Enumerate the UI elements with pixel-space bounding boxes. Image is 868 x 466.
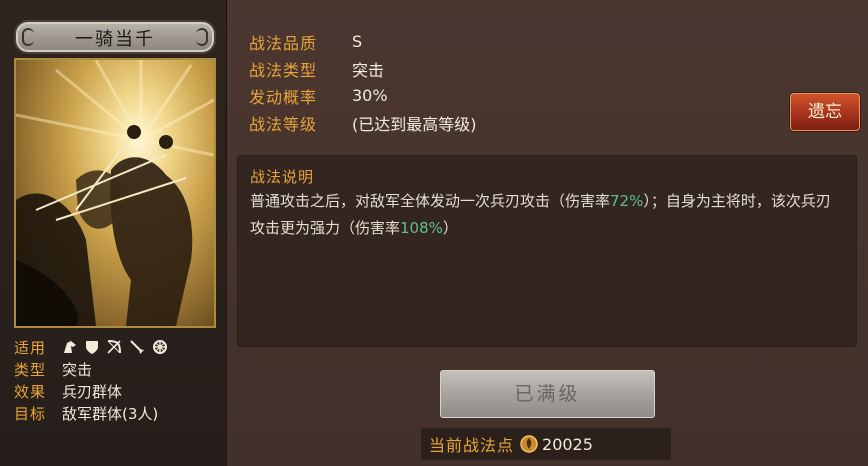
- forget-skill-button[interactable]: 遗忘: [790, 93, 860, 131]
- effect-row: 效果 兵刃群体: [14, 380, 219, 402]
- skill-level-value: (已达到最高等级): [352, 114, 477, 134]
- troop-type-icons: [62, 339, 168, 355]
- skill-points-bar: 当前战法点 20025: [421, 428, 671, 460]
- trigger-rate-label: 发动概率: [249, 87, 318, 107]
- type-value: 突击: [62, 360, 93, 379]
- skill-type-value: 突击: [352, 60, 385, 80]
- siege-icon: [153, 340, 167, 354]
- skill-level-label: 战法等级: [249, 114, 318, 134]
- shield-icon: [86, 341, 98, 354]
- skill-info-list: 适用 类型 突击 效果 兵刃群体 目标 敌军群体(3人): [14, 336, 219, 424]
- skill-point-coin-icon: [520, 435, 538, 453]
- skill-name: 一骑当千: [75, 29, 155, 50]
- description-title: 战法说明: [250, 168, 315, 186]
- trigger-rate-row: 发动概率 30%: [249, 82, 477, 109]
- skill-properties: 战法品质 S 战法类型 突击 发动概率 30% 战法等级 (已达到最高等级): [249, 28, 477, 136]
- description-part-3: ）: [442, 219, 458, 237]
- skill-description-box: 战法说明 普通攻击之后，对敌军全体发动一次兵刃攻击（伤害率72%）；自身为主将时…: [237, 155, 857, 347]
- damage-rate-2: 108%: [400, 219, 443, 237]
- type-label: 类型: [14, 360, 47, 379]
- skill-level-row: 战法等级 (已达到最高等级): [249, 109, 477, 136]
- skill-artwork: [14, 58, 216, 328]
- bow-icon: [107, 340, 121, 354]
- plate-scroll-right-icon: [196, 28, 208, 46]
- max-level-button[interactable]: 已满级: [440, 370, 655, 418]
- quality-row: 战法品质 S: [249, 28, 477, 55]
- applicable-label: 适用: [14, 338, 47, 357]
- skill-name-plate: 一骑当千: [14, 20, 216, 54]
- target-row: 目标 敌军群体(3人): [14, 402, 219, 424]
- spear-icon: [130, 340, 144, 354]
- cavalry-charge-illustration: [16, 60, 214, 326]
- effect-value: 兵刃群体: [62, 382, 123, 401]
- target-label: 目标: [14, 404, 47, 423]
- cavalry-icon: [64, 341, 76, 353]
- description-part-1: 普通攻击之后，对敌军全体发动一次兵刃攻击（伤害率: [250, 192, 611, 210]
- skill-points-value: 20025: [542, 434, 593, 454]
- damage-rate-1: 72%: [610, 192, 644, 210]
- target-value: 敌军群体(3人): [62, 404, 159, 423]
- trigger-rate-value: 30%: [352, 86, 388, 105]
- quality-label: 战法品质: [249, 33, 318, 53]
- type-row: 类型 突击: [14, 358, 219, 380]
- skill-type-label: 战法类型: [249, 60, 318, 80]
- description-text: 普通攻击之后，对敌军全体发动一次兵刃攻击（伤害率72%）；自身为主将时，该次兵刃…: [250, 188, 845, 242]
- skill-points-label: 当前战法点: [429, 436, 515, 455]
- applicable-row: 适用: [14, 336, 219, 358]
- quality-value: S: [352, 32, 363, 51]
- effect-label: 效果: [14, 382, 47, 401]
- skill-card-panel: 一骑当千 适用 类型 突击 效果 兵刃群体 目标 敌军群体(3人): [0, 0, 227, 466]
- skill-type-row: 战法类型 突击: [249, 55, 477, 82]
